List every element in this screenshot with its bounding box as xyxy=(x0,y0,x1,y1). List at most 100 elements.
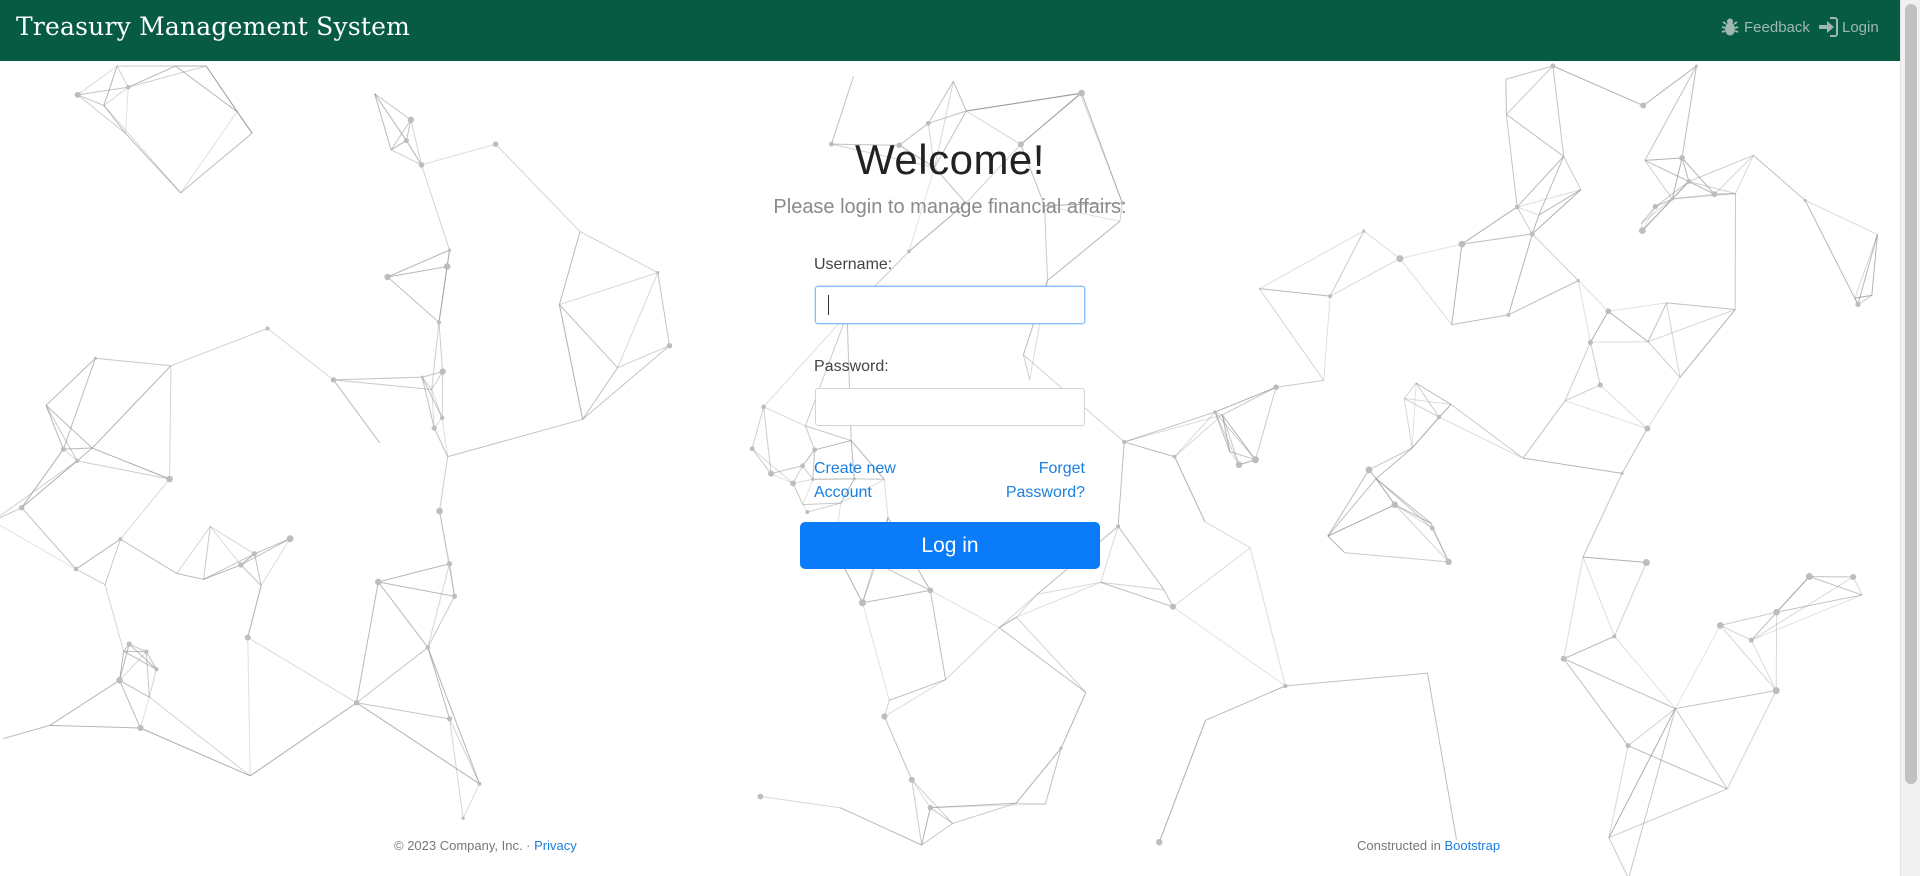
network-node xyxy=(73,566,79,572)
network-line xyxy=(104,584,125,652)
network-line xyxy=(1327,535,1346,554)
network-line xyxy=(1214,386,1277,413)
network-line xyxy=(92,447,170,480)
network-line xyxy=(176,572,204,580)
network-node xyxy=(118,537,123,542)
network-line xyxy=(387,249,450,278)
vertical-scrollbar[interactable] xyxy=(1900,0,1920,876)
network-line xyxy=(1506,65,1554,115)
network-node xyxy=(1436,414,1442,420)
network-line xyxy=(804,425,816,451)
privacy-link[interactable]: Privacy xyxy=(534,838,577,853)
network-line xyxy=(1394,504,1432,524)
network-line xyxy=(77,94,126,134)
network-line xyxy=(0,507,22,519)
password-input[interactable] xyxy=(815,388,1085,426)
network-line xyxy=(356,647,429,704)
network-node xyxy=(425,645,431,650)
network-node xyxy=(1670,197,1674,201)
network-node xyxy=(1396,255,1404,263)
password-label: Password: xyxy=(814,358,889,375)
network-line xyxy=(438,456,449,512)
network-node xyxy=(768,470,775,477)
network-node xyxy=(238,562,244,568)
network-node xyxy=(1362,229,1366,233)
network-line xyxy=(763,406,772,474)
network-line xyxy=(1411,383,1417,449)
network-line xyxy=(1344,552,1449,563)
bootstrap-link[interactable]: Bootstrap xyxy=(1444,838,1500,853)
network-node xyxy=(1803,198,1807,202)
create-account-link[interactable]: Create new Account xyxy=(814,457,914,505)
network-line xyxy=(1753,154,1806,201)
network-line xyxy=(751,406,765,449)
network-line xyxy=(657,272,670,346)
network-line xyxy=(378,563,450,583)
network-line xyxy=(203,553,255,580)
copyright-text: © 2023 Company, Inc. · xyxy=(394,838,535,853)
network-line xyxy=(1644,159,1690,182)
username-input[interactable] xyxy=(815,286,1085,324)
network-node xyxy=(418,162,425,168)
brand-title[interactable]: Treasury Management System xyxy=(16,12,410,41)
network-node xyxy=(805,510,810,515)
network-node xyxy=(374,578,382,586)
network-line xyxy=(1327,478,1377,537)
network-line xyxy=(1404,397,1440,418)
network-line xyxy=(1259,288,1331,297)
network-line xyxy=(1117,441,1125,527)
network-node xyxy=(1597,382,1603,388)
network-line xyxy=(1415,382,1452,405)
network-line xyxy=(814,440,852,451)
network-line xyxy=(889,679,946,701)
network-line xyxy=(558,304,584,420)
network-node xyxy=(1560,655,1567,662)
network-node xyxy=(439,415,445,420)
network-line xyxy=(120,478,170,540)
footer-credits: Constructed in Bootstrap xyxy=(1357,838,1500,853)
login-label: Login xyxy=(1842,18,1879,36)
network-line xyxy=(91,365,172,449)
network-node xyxy=(452,593,458,599)
network-line xyxy=(1117,526,1165,591)
network-line xyxy=(1015,593,1038,618)
network-node xyxy=(1235,461,1243,469)
network-line xyxy=(1666,302,1681,378)
network-line xyxy=(1628,708,1676,876)
network-line xyxy=(1674,625,1721,709)
bug-icon xyxy=(1719,16,1741,38)
network-line xyxy=(95,357,171,367)
network-node xyxy=(908,776,915,783)
login-link[interactable]: Login xyxy=(1817,16,1879,38)
network-line xyxy=(763,406,806,427)
network-node xyxy=(812,447,818,453)
network-line xyxy=(1522,457,1623,474)
network-line xyxy=(1258,288,1325,381)
network-line xyxy=(1720,624,1752,641)
network-line xyxy=(1564,342,1591,401)
feedback-label: Feedback xyxy=(1744,18,1810,36)
forget-password-link[interactable]: Forget Password? xyxy=(990,457,1085,505)
network-node xyxy=(1328,294,1333,299)
network-line xyxy=(438,510,456,597)
network-line xyxy=(1607,310,1649,343)
feedback-link[interactable]: Feedback xyxy=(1719,16,1810,38)
network-node xyxy=(1365,466,1373,474)
network-line xyxy=(1259,230,1365,290)
network-line xyxy=(929,590,947,680)
network-line xyxy=(139,697,150,729)
network-node xyxy=(137,724,144,732)
network-line xyxy=(952,81,967,112)
network-line xyxy=(1516,206,1533,235)
login-button[interactable]: Log in xyxy=(800,522,1100,569)
network-node xyxy=(927,804,934,811)
network-line xyxy=(1100,581,1174,608)
network-node xyxy=(18,504,25,511)
network-node xyxy=(1620,471,1624,475)
scrollbar-thumb[interactable] xyxy=(1905,4,1917,784)
network-line xyxy=(247,585,262,638)
network-node xyxy=(1506,312,1511,317)
network-line xyxy=(1564,400,1648,429)
network-line xyxy=(0,524,77,570)
network-line xyxy=(21,448,64,508)
